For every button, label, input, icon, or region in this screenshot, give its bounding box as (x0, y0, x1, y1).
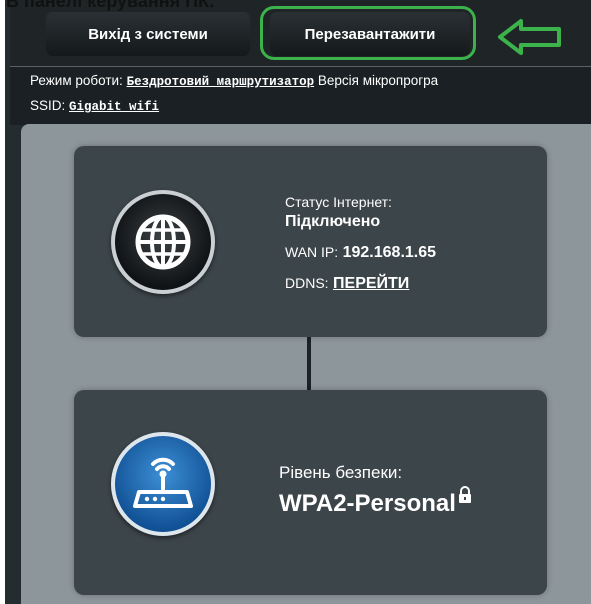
security-level-label: Рівень безпеки: (279, 463, 403, 482)
arrow-left-icon (498, 19, 561, 55)
internet-status-label: Статус Інтернет: (285, 194, 392, 210)
mode-value-link[interactable]: Бездротовий маршрутизатор (127, 75, 315, 89)
mode-label: Режим роботи: (30, 73, 123, 88)
wireless-router-icon[interactable] (111, 432, 215, 536)
reboot-highlight-outline (260, 6, 476, 60)
internet-status-value: Підключено (285, 213, 381, 230)
firmware-label: Версія мікропрогра (317, 73, 439, 88)
wan-ip-value: 192.168.1.65 (342, 244, 437, 261)
wan-ip-label: WAN IP: (285, 244, 339, 260)
status-info-bar: Режим роботи: Бездротовий маршрутизатор … (10, 66, 591, 125)
ssid-label: SSID: (30, 98, 66, 113)
ddns-label: DDNS: (285, 275, 329, 291)
internet-status-card[interactable]: Статус Інтернет: Підключено WAN IP: 192.… (74, 146, 547, 337)
router-admin-ui: Вихід з системи Перезавантажити Режим ро… (0, 0, 591, 604)
logout-button[interactable]: Вихід з системи (46, 12, 250, 56)
document-heading: В панелі керування ПК: (6, 0, 215, 11)
map-connector-line (307, 333, 311, 393)
ssid-value-link[interactable]: Gigabit_wifi (69, 100, 159, 114)
globe-icon[interactable] (111, 190, 215, 294)
ddns-row: DDNS: ПЕРЕЙТИ (285, 275, 409, 293)
mode-line: Режим роботи: Бездротовий маршрутизатор … (30, 73, 438, 89)
wan-ip-row: WAN IP: 192.168.1.65 (285, 244, 436, 262)
lock-icon (459, 486, 471, 503)
logout-button-label: Вихід з системи (88, 25, 208, 43)
ssid-line: SSID: Gigabit_wifi (30, 98, 159, 114)
wireless-status-card[interactable]: Рівень безпеки: WPA2-Personal (74, 390, 547, 595)
ddns-go-link[interactable]: ПЕРЕЙТИ (333, 275, 409, 292)
security-level-value: WPA2-Personal (279, 490, 456, 517)
